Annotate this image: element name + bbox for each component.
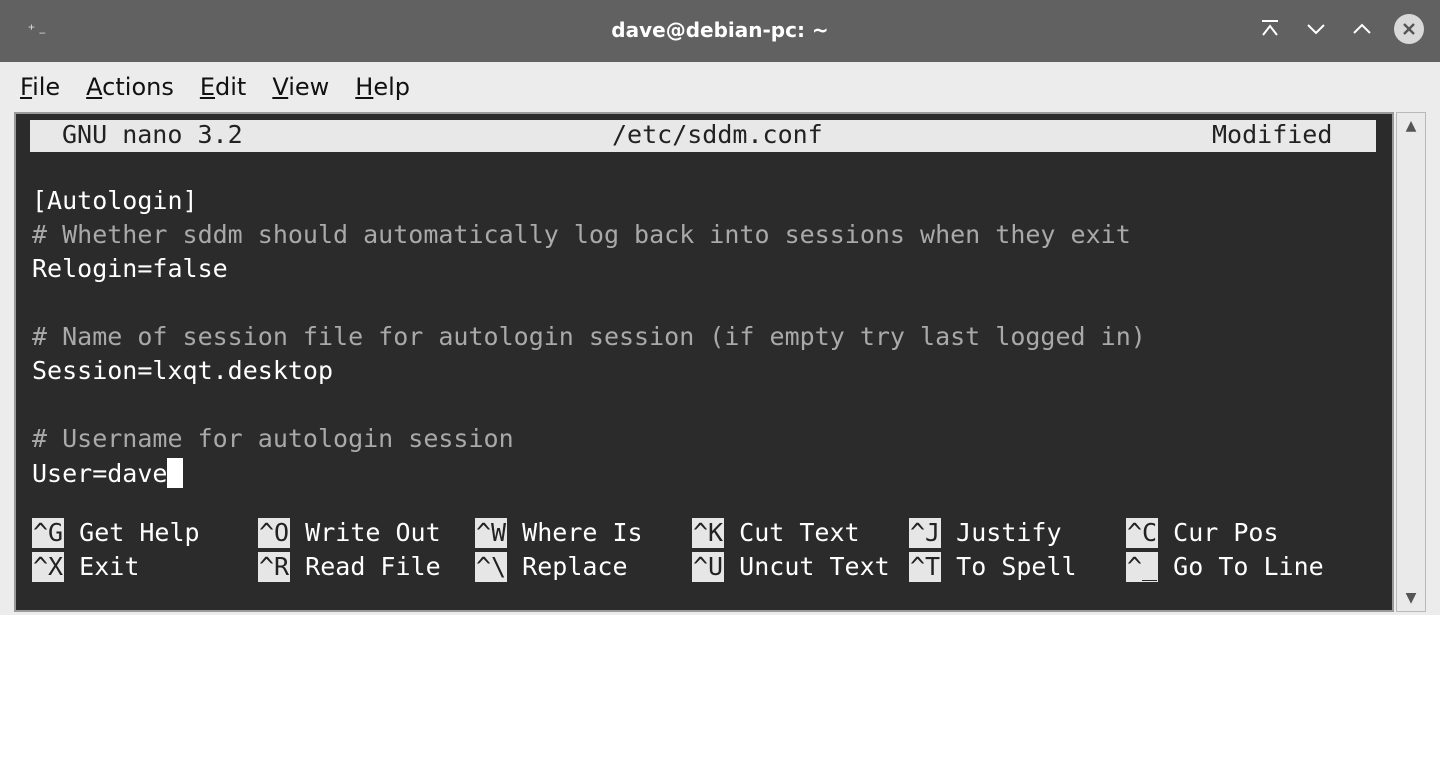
menu-actions-mnemonic: A bbox=[86, 73, 103, 101]
shortcut-to-spell[interactable]: ^T To Spell bbox=[909, 552, 1077, 582]
menu-actions-label: ctions bbox=[102, 73, 174, 101]
chevron-down-icon[interactable] bbox=[1302, 15, 1330, 43]
shortcut-label: To Spell bbox=[956, 552, 1077, 581]
shortcut-key: ^\ bbox=[475, 552, 508, 582]
terminal-window: ⁺₋ dave@debian-pc: ~ File Actions Edit V… bbox=[0, 0, 1440, 615]
shortcut-label: Get Help bbox=[79, 518, 200, 547]
shortcut-cur-pos[interactable]: ^C Cur Pos bbox=[1126, 518, 1279, 548]
shortcut-label: Where Is bbox=[522, 518, 643, 547]
terminal-view[interactable]: GNU nano 3.2 /etc/sddm.conf Modified [Au… bbox=[14, 112, 1394, 612]
menu-actions[interactable]: Actions bbox=[86, 73, 174, 101]
menu-view-label: iew bbox=[288, 73, 330, 101]
editor-line-comment: # Name of session file for autologin ses… bbox=[32, 322, 1146, 351]
shortcut-key: ^_ bbox=[1126, 552, 1159, 582]
scroll-up-arrow-icon[interactable]: ▲ bbox=[1397, 113, 1425, 139]
editor-line: Session=lxqt.desktop bbox=[32, 356, 334, 385]
editor-line: Relogin=false bbox=[32, 254, 228, 283]
menu-file-mnemonic: F bbox=[20, 73, 33, 101]
menu-edit-label: dit bbox=[215, 73, 247, 101]
window-title: dave@debian-pc: ~ bbox=[611, 18, 829, 42]
shortcut-key: ^O bbox=[258, 518, 291, 548]
shortcut-label: Cut Text bbox=[739, 518, 860, 547]
shortcut-key: ^C bbox=[1126, 518, 1159, 548]
shortcut-label: Go To Line bbox=[1173, 552, 1324, 581]
nano-version: GNU nano 3.2 bbox=[62, 120, 243, 149]
shortcut-label: Write Out bbox=[305, 518, 441, 547]
editor-line-text: User=dave bbox=[32, 459, 168, 488]
shortcut-cut-text[interactable]: ^K Cut Text bbox=[692, 518, 860, 548]
nano-filename: /etc/sddm.conf bbox=[612, 120, 823, 149]
shortcut-key: ^J bbox=[909, 518, 942, 548]
menu-edit-mnemonic: E bbox=[199, 73, 216, 101]
menu-view-mnemonic: V bbox=[272, 73, 289, 101]
shortcut-justify[interactable]: ^J Justify bbox=[909, 518, 1062, 548]
shortcut-label: Uncut Text bbox=[739, 552, 890, 581]
shortcut-label: Replace bbox=[522, 552, 628, 581]
shortcut-label: Read File bbox=[305, 552, 441, 581]
shortcut-get-help[interactable]: ^G Get Help bbox=[32, 518, 200, 548]
shortcut-key: ^G bbox=[32, 518, 65, 548]
menu-help[interactable]: Help bbox=[355, 73, 410, 101]
menu-edit[interactable]: Edit bbox=[200, 73, 246, 101]
editor-line-comment: # Whether sddm should automatically log … bbox=[32, 220, 1131, 249]
title-bar[interactable]: ⁺₋ dave@debian-pc: ~ bbox=[0, 0, 1440, 62]
editor-line: [Autologin] bbox=[32, 186, 198, 215]
shortcut-write-out[interactable]: ^O Write Out bbox=[258, 518, 441, 548]
shortcut-where-is[interactable]: ^W Where Is bbox=[475, 518, 643, 548]
scroll-down-arrow-icon[interactable]: ▼ bbox=[1397, 585, 1425, 611]
shortcut-key: ^T bbox=[909, 552, 942, 582]
shortcut-label: Cur Pos bbox=[1173, 518, 1279, 547]
shortcut-key: ^R bbox=[258, 552, 291, 582]
nano-title-bar: GNU nano 3.2 /etc/sddm.conf Modified bbox=[30, 120, 1376, 152]
nano-editor[interactable]: GNU nano 3.2 /etc/sddm.conf Modified [Au… bbox=[16, 114, 1392, 610]
window-controls bbox=[1256, 14, 1424, 44]
shortcut-key: ^U bbox=[692, 552, 725, 582]
menu-bar: File Actions Edit View Help bbox=[0, 62, 1440, 112]
chevron-up-icon[interactable] bbox=[1348, 15, 1376, 43]
shortcut-label: Justify bbox=[956, 518, 1062, 547]
menu-help-mnemonic: H bbox=[355, 73, 374, 101]
shortcut-row-1: ^G Get Help ^O Write Out ^W Where Is ^K … bbox=[32, 518, 1372, 552]
nano-status: Modified bbox=[1212, 120, 1333, 149]
shortcut-replace[interactable]: ^\ Replace bbox=[475, 552, 628, 582]
editor-line-comment: # Username for autologin session bbox=[32, 424, 514, 453]
menu-view[interactable]: View bbox=[272, 73, 329, 101]
vertical-scrollbar[interactable]: ▲ ▼ bbox=[1396, 112, 1426, 612]
shortcut-key: ^X bbox=[32, 552, 65, 582]
shortcut-uncut-text[interactable]: ^U Uncut Text bbox=[692, 552, 890, 582]
keep-above-icon[interactable] bbox=[1256, 15, 1284, 43]
shortcut-read-file[interactable]: ^R Read File bbox=[258, 552, 441, 582]
shortcut-go-to-line[interactable]: ^_ Go To Line bbox=[1126, 552, 1324, 582]
shortcut-key: ^W bbox=[475, 518, 508, 548]
menu-file-label: ile bbox=[32, 73, 61, 101]
editor-line-current: User=dave bbox=[32, 458, 184, 488]
shortcut-label: Exit bbox=[79, 552, 140, 581]
shortcut-key: ^K bbox=[692, 518, 725, 548]
text-cursor bbox=[167, 458, 184, 488]
shortcut-exit[interactable]: ^X Exit bbox=[32, 552, 139, 582]
menu-help-label: elp bbox=[373, 73, 410, 101]
shortcut-row-2: ^X Exit ^R Read File ^\ Replace ^U Uncut… bbox=[32, 552, 1372, 586]
close-icon[interactable] bbox=[1394, 14, 1424, 44]
menu-file[interactable]: File bbox=[20, 73, 60, 101]
